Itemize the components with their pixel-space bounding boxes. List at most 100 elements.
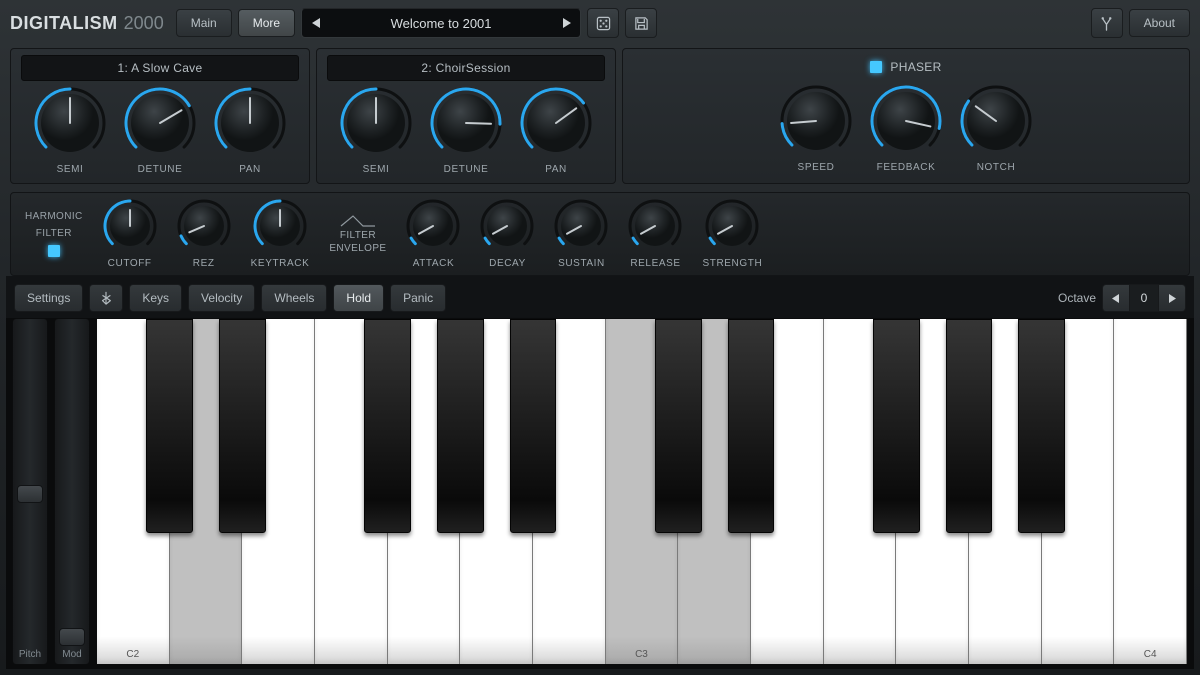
phaser-title: PHASER bbox=[633, 55, 1179, 79]
env-release-knob[interactable]: RELEASE bbox=[628, 199, 682, 269]
key-label: C4 bbox=[1114, 649, 1186, 660]
keyboard-toolbar: Settings Keys Velocity Wheels Hold Panic… bbox=[6, 276, 1194, 318]
knob-label: PAN bbox=[239, 164, 261, 175]
logo-text-a: DIGITALISM bbox=[10, 13, 118, 34]
env-strength-knob[interactable]: STRENGTH bbox=[702, 199, 762, 269]
random-button[interactable] bbox=[587, 8, 619, 38]
octave-up-button[interactable] bbox=[1159, 285, 1185, 311]
osc2-semi-knob[interactable]: SEMI bbox=[340, 87, 412, 175]
knob-label: KEYTRACK bbox=[251, 258, 310, 269]
hf-label-1: HARMONIC bbox=[25, 211, 83, 222]
bluetooth-icon bbox=[99, 291, 113, 305]
knob-label: SEMI bbox=[57, 164, 84, 175]
wheels-button[interactable]: Wheels bbox=[261, 284, 327, 312]
knob-label: DECAY bbox=[489, 258, 526, 269]
fork-icon bbox=[1099, 16, 1114, 31]
env-l1: FILTER bbox=[340, 230, 376, 241]
knob-label: STRENGTH bbox=[702, 258, 762, 269]
hf-led bbox=[48, 245, 60, 257]
phaser-speed-knob[interactable]: SPEED bbox=[780, 85, 852, 173]
knob-label: SEMI bbox=[363, 164, 390, 175]
white-key[interactable]: C4 bbox=[1114, 319, 1187, 664]
black-key[interactable] bbox=[728, 319, 775, 533]
more-tab-button[interactable]: More bbox=[238, 9, 295, 37]
osc1-title[interactable]: 1: A Slow Cave bbox=[21, 55, 299, 81]
about-button[interactable]: About bbox=[1129, 9, 1190, 37]
knob-label: PAN bbox=[545, 164, 567, 175]
app-logo: DIGITALISM 2000 bbox=[10, 13, 164, 34]
bluetooth-button[interactable] bbox=[89, 284, 123, 312]
preset-next-button[interactable] bbox=[552, 18, 580, 28]
filter-envelope-label: FILTER ENVELOPE bbox=[329, 214, 386, 254]
velocity-button[interactable]: Velocity bbox=[188, 284, 255, 312]
keys-button[interactable]: Keys bbox=[129, 284, 182, 312]
cutoff-knob[interactable]: CUTOFF bbox=[103, 199, 157, 269]
route-button[interactable] bbox=[1091, 8, 1123, 38]
knob-label: DETUNE bbox=[138, 164, 183, 175]
knob-label: SUSTAIN bbox=[558, 258, 605, 269]
black-key[interactable] bbox=[364, 319, 411, 533]
save-button[interactable] bbox=[625, 8, 657, 38]
osc1-panel: 1: A Slow Cave SEMI DETUNE PAN bbox=[10, 48, 310, 184]
phaser-led[interactable] bbox=[870, 61, 882, 73]
panic-button[interactable]: Panic bbox=[390, 284, 446, 312]
osc2-detune-knob[interactable]: DETUNE bbox=[430, 87, 502, 175]
black-key[interactable] bbox=[146, 319, 193, 533]
preset-name: Welcome to 2001 bbox=[330, 16, 552, 31]
triangle-right-icon bbox=[562, 18, 571, 28]
black-key[interactable] bbox=[873, 319, 920, 533]
hold-button[interactable]: Hold bbox=[333, 284, 384, 312]
osc1-detune-knob[interactable]: DETUNE bbox=[124, 87, 196, 175]
octave-label: Octave bbox=[1058, 291, 1096, 305]
black-key[interactable] bbox=[946, 319, 993, 533]
osc1-semi-knob[interactable]: SEMI bbox=[34, 87, 106, 175]
triangle-left-icon bbox=[1112, 294, 1120, 303]
black-key[interactable] bbox=[219, 319, 266, 533]
osc2-title[interactable]: 2: ChoirSession bbox=[327, 55, 605, 81]
main-tab-button[interactable]: Main bbox=[176, 9, 232, 37]
harmonic-filter-toggle[interactable]: HARMONIC FILTER bbox=[25, 211, 83, 257]
mod-wheel[interactable]: Mod bbox=[54, 318, 90, 665]
phaser-notch-knob[interactable]: NOTCH bbox=[960, 85, 1032, 173]
env-sustain-knob[interactable]: SUSTAIN bbox=[554, 199, 608, 269]
black-key[interactable] bbox=[510, 319, 557, 533]
env-l2: ENVELOPE bbox=[329, 243, 386, 254]
rez-knob[interactable]: REZ bbox=[177, 199, 231, 269]
pitch-label: Pitch bbox=[19, 649, 41, 660]
keytrack-knob[interactable]: KEYTRACK bbox=[251, 199, 310, 269]
black-key[interactable] bbox=[655, 319, 702, 533]
wheel-area: Pitch Mod bbox=[12, 318, 90, 665]
triangle-left-icon bbox=[312, 18, 321, 28]
pitch-wheel[interactable]: Pitch bbox=[12, 318, 48, 665]
preset-selector[interactable]: Welcome to 2001 bbox=[301, 8, 581, 38]
knob-label: ATTACK bbox=[413, 258, 455, 269]
phaser-panel: PHASER SPEED FEEDBACK NOTCH bbox=[622, 48, 1190, 184]
dice-icon bbox=[596, 16, 611, 31]
piano-keyboard[interactable]: C2 C3 C4 bbox=[96, 318, 1188, 665]
key-label: C3 bbox=[606, 649, 678, 660]
phaser-title-text: PHASER bbox=[890, 60, 941, 74]
knob-label: SPEED bbox=[798, 162, 835, 173]
osc2-pan-knob[interactable]: PAN bbox=[520, 87, 592, 175]
octave-value: 0 bbox=[1129, 285, 1159, 311]
preset-prev-button[interactable] bbox=[302, 18, 330, 28]
osc1-pan-knob[interactable]: PAN bbox=[214, 87, 286, 175]
save-icon bbox=[634, 16, 649, 31]
hf-label-2: FILTER bbox=[36, 228, 72, 239]
filter-row: HARMONIC FILTER CUTOFF REZ KEYTRACK FILT… bbox=[10, 192, 1190, 276]
black-key[interactable] bbox=[437, 319, 484, 533]
knob-label: REZ bbox=[193, 258, 215, 269]
knob-label: RELEASE bbox=[630, 258, 680, 269]
knob-label: FEEDBACK bbox=[877, 162, 936, 173]
env-decay-knob[interactable]: DECAY bbox=[480, 199, 534, 269]
osc2-panel: 2: ChoirSession SEMI DETUNE PAN bbox=[316, 48, 616, 184]
phaser-feedback-knob[interactable]: FEEDBACK bbox=[870, 85, 942, 173]
envelope-icon bbox=[339, 214, 377, 228]
key-label: C2 bbox=[97, 649, 169, 660]
octave-down-button[interactable] bbox=[1103, 285, 1129, 311]
black-key[interactable] bbox=[1018, 319, 1065, 533]
settings-button[interactable]: Settings bbox=[14, 284, 83, 312]
triangle-right-icon bbox=[1168, 294, 1176, 303]
knob-label: CUTOFF bbox=[108, 258, 152, 269]
env-attack-knob[interactable]: ATTACK bbox=[406, 199, 460, 269]
